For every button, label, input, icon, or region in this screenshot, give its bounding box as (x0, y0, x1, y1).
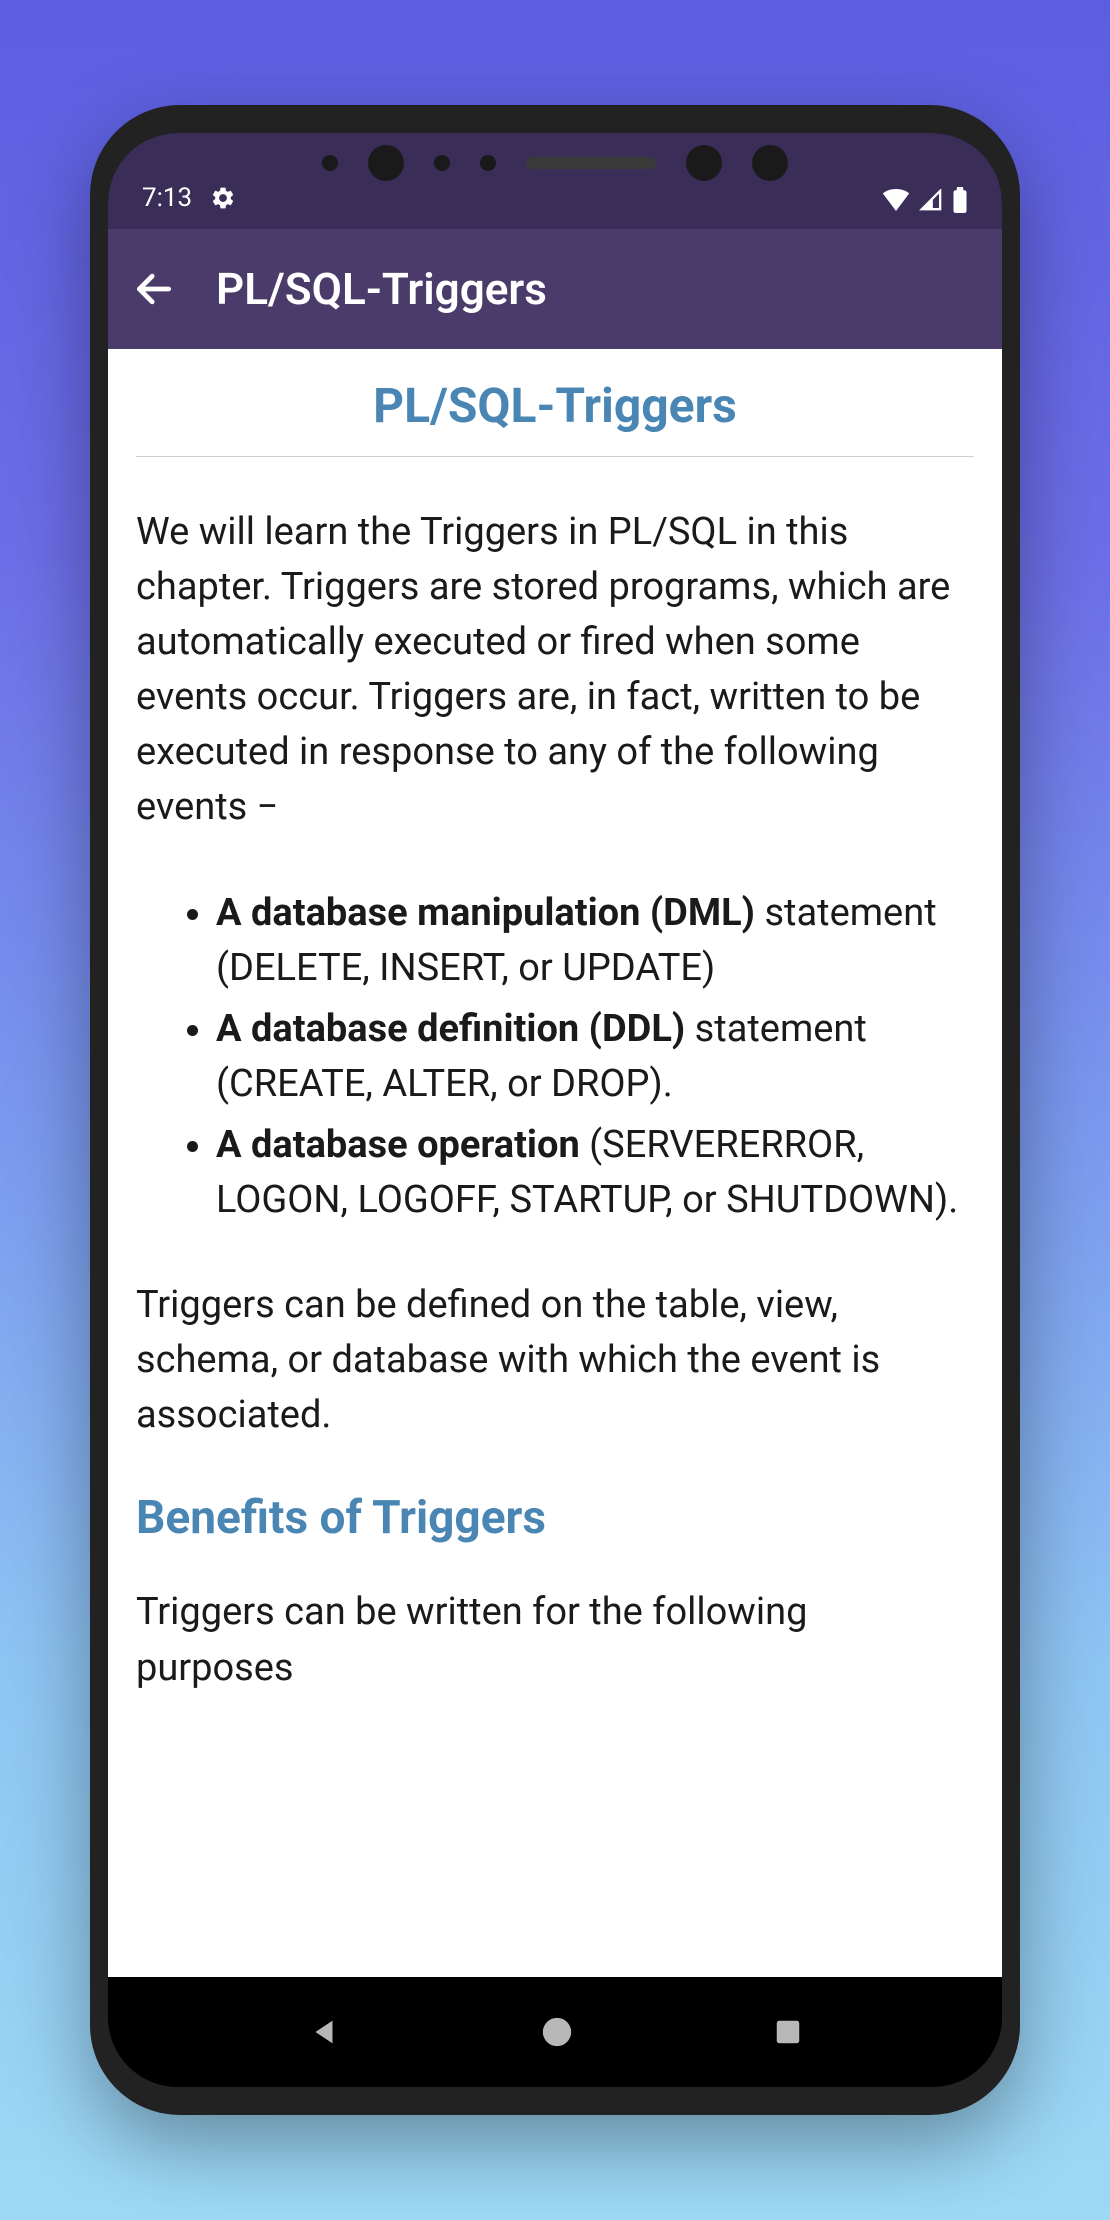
list-item: A database definition (DDL) statement (C… (216, 1002, 974, 1112)
wifi-icon (882, 189, 910, 211)
page-title: PL/SQL-Triggers (136, 377, 974, 457)
back-button[interactable] (132, 267, 176, 311)
nav-back-button[interactable] (307, 2015, 341, 2049)
app-bar-title: PL/SQL-Triggers (216, 263, 547, 315)
section-intro-paragraph: Triggers can be written for the followin… (136, 1585, 974, 1695)
phone-sensors (108, 143, 1002, 183)
list-item: A database operation (SERVERERROR, LOGON… (216, 1118, 974, 1228)
events-list: A database manipulation (DML) statement … (136, 886, 974, 1229)
section-heading: Benefits of Triggers (136, 1491, 974, 1545)
signal-icon (918, 189, 944, 211)
navigation-bar (108, 1977, 1002, 2087)
battery-icon (952, 187, 968, 213)
app-bar: PL/SQL-Triggers (108, 229, 1002, 349)
gear-icon (210, 185, 236, 211)
status-time: 7:13 (142, 183, 192, 213)
phone-screen: 7:13 PL/SQL-Triggers (108, 133, 1002, 2087)
nav-home-button[interactable] (540, 2015, 574, 2049)
content-area[interactable]: PL/SQL-Triggers We will learn the Trigge… (108, 349, 1002, 1977)
phone-frame: 7:13 PL/SQL-Triggers (90, 105, 1020, 2115)
nav-recents-button[interactable] (773, 2017, 803, 2047)
after-bullets-paragraph: Triggers can be defined on the table, vi… (136, 1278, 974, 1443)
list-item: A database manipulation (DML) statement … (216, 886, 974, 996)
intro-paragraph: We will learn the Triggers in PL/SQL in … (136, 505, 974, 836)
